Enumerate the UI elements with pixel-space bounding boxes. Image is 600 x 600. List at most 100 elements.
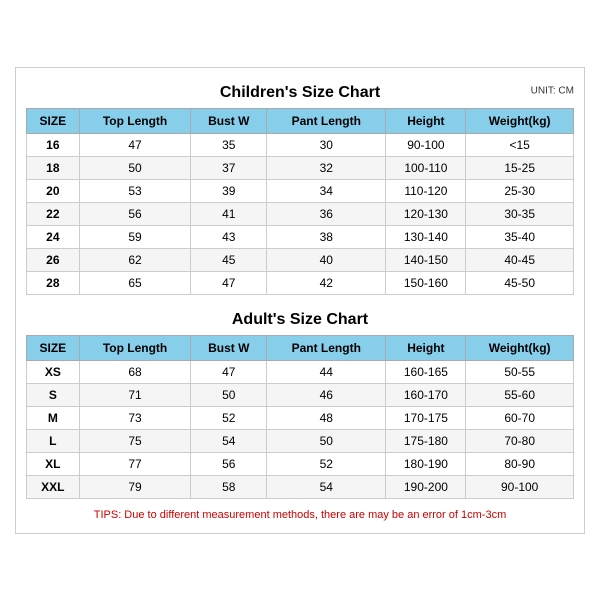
table-cell: 180-190 bbox=[386, 452, 466, 475]
table-cell: 50 bbox=[267, 429, 386, 452]
table-cell: 130-140 bbox=[386, 225, 466, 248]
table-cell: 35 bbox=[191, 133, 267, 156]
table-cell: 77 bbox=[79, 452, 191, 475]
table-row: 26624540140-15040-45 bbox=[27, 248, 574, 271]
table-cell: 160-170 bbox=[386, 383, 466, 406]
adult-header-row: SIZE Top Length Bust W Pant Length Heigh… bbox=[27, 335, 574, 360]
table-cell: 37 bbox=[191, 156, 267, 179]
adult-section: Adult's Size Chart SIZE Top Length Bust … bbox=[26, 305, 574, 499]
adult-col-size: SIZE bbox=[27, 335, 80, 360]
table-cell: 35-40 bbox=[466, 225, 574, 248]
chart-container: Children's Size Chart UNIT: CM SIZE Top … bbox=[15, 67, 585, 534]
table-cell: 47 bbox=[79, 133, 191, 156]
table-row: 28654742150-16045-50 bbox=[27, 271, 574, 294]
table-cell: 41 bbox=[191, 202, 267, 225]
table-cell: 58 bbox=[191, 475, 267, 498]
table-row: 24594338130-14035-40 bbox=[27, 225, 574, 248]
table-cell: 53 bbox=[79, 179, 191, 202]
table-cell: 100-110 bbox=[386, 156, 466, 179]
table-cell: <15 bbox=[466, 133, 574, 156]
children-col-weight: Weight(kg) bbox=[466, 108, 574, 133]
adult-col-height: Height bbox=[386, 335, 466, 360]
table-cell: 39 bbox=[191, 179, 267, 202]
table-cell: 79 bbox=[79, 475, 191, 498]
table-cell: XL bbox=[27, 452, 80, 475]
table-cell: 120-130 bbox=[386, 202, 466, 225]
unit-label: UNIT: CM bbox=[531, 85, 574, 96]
table-row: L755450175-18070-80 bbox=[27, 429, 574, 452]
table-cell: XS bbox=[27, 360, 80, 383]
table-cell: 26 bbox=[27, 248, 80, 271]
tips-text: TIPS: Due to different measurement metho… bbox=[26, 507, 574, 523]
table-cell: 15-25 bbox=[466, 156, 574, 179]
adult-col-bust-w: Bust W bbox=[191, 335, 267, 360]
table-row: 1647353090-100<15 bbox=[27, 133, 574, 156]
table-cell: 40 bbox=[267, 248, 386, 271]
table-row: XXL795854190-20090-100 bbox=[27, 475, 574, 498]
table-row: 20533934110-12025-30 bbox=[27, 179, 574, 202]
table-cell: 90-100 bbox=[466, 475, 574, 498]
table-row: 22564136120-13030-35 bbox=[27, 202, 574, 225]
table-cell: 190-200 bbox=[386, 475, 466, 498]
table-cell: 60-70 bbox=[466, 406, 574, 429]
table-cell: 43 bbox=[191, 225, 267, 248]
adult-col-top-length: Top Length bbox=[79, 335, 191, 360]
table-cell: 170-175 bbox=[386, 406, 466, 429]
table-cell: 68 bbox=[79, 360, 191, 383]
table-cell: 40-45 bbox=[466, 248, 574, 271]
table-cell: XXL bbox=[27, 475, 80, 498]
children-table: SIZE Top Length Bust W Pant Length Heigh… bbox=[26, 108, 574, 295]
children-title-text: Children's Size Chart bbox=[220, 84, 380, 101]
table-cell: 71 bbox=[79, 383, 191, 406]
table-cell: 18 bbox=[27, 156, 80, 179]
adult-col-weight: Weight(kg) bbox=[466, 335, 574, 360]
adult-col-pant-length: Pant Length bbox=[267, 335, 386, 360]
table-cell: 44 bbox=[267, 360, 386, 383]
table-cell: 45-50 bbox=[466, 271, 574, 294]
table-cell: 150-160 bbox=[386, 271, 466, 294]
table-cell: 47 bbox=[191, 271, 267, 294]
table-cell: 56 bbox=[191, 452, 267, 475]
adult-title: Adult's Size Chart bbox=[26, 305, 574, 331]
table-row: 18503732100-11015-25 bbox=[27, 156, 574, 179]
table-cell: 80-90 bbox=[466, 452, 574, 475]
table-cell: L bbox=[27, 429, 80, 452]
table-row: XS684744160-16550-55 bbox=[27, 360, 574, 383]
table-cell: 110-120 bbox=[386, 179, 466, 202]
table-cell: 70-80 bbox=[466, 429, 574, 452]
table-cell: 54 bbox=[191, 429, 267, 452]
table-cell: 55-60 bbox=[466, 383, 574, 406]
table-cell: 32 bbox=[267, 156, 386, 179]
table-cell: 52 bbox=[267, 452, 386, 475]
table-cell: 56 bbox=[79, 202, 191, 225]
table-cell: 50 bbox=[191, 383, 267, 406]
table-cell: 62 bbox=[79, 248, 191, 271]
table-cell: 90-100 bbox=[386, 133, 466, 156]
table-cell: 42 bbox=[267, 271, 386, 294]
table-cell: 38 bbox=[267, 225, 386, 248]
table-cell: 50-55 bbox=[466, 360, 574, 383]
children-col-bust-w: Bust W bbox=[191, 108, 267, 133]
children-col-height: Height bbox=[386, 108, 466, 133]
table-cell: 54 bbox=[267, 475, 386, 498]
table-row: S715046160-17055-60 bbox=[27, 383, 574, 406]
table-cell: 52 bbox=[191, 406, 267, 429]
table-cell: 46 bbox=[267, 383, 386, 406]
table-row: M735248170-17560-70 bbox=[27, 406, 574, 429]
table-cell: 48 bbox=[267, 406, 386, 429]
table-cell: 65 bbox=[79, 271, 191, 294]
table-cell: 75 bbox=[79, 429, 191, 452]
table-cell: 50 bbox=[79, 156, 191, 179]
children-col-top-length: Top Length bbox=[79, 108, 191, 133]
table-cell: 28 bbox=[27, 271, 80, 294]
adult-table: SIZE Top Length Bust W Pant Length Heigh… bbox=[26, 335, 574, 499]
table-cell: M bbox=[27, 406, 80, 429]
children-title: Children's Size Chart UNIT: CM bbox=[26, 78, 574, 104]
table-cell: 30 bbox=[267, 133, 386, 156]
table-cell: 140-150 bbox=[386, 248, 466, 271]
table-row: XL775652180-19080-90 bbox=[27, 452, 574, 475]
table-cell: 160-165 bbox=[386, 360, 466, 383]
table-cell: 25-30 bbox=[466, 179, 574, 202]
table-cell: 22 bbox=[27, 202, 80, 225]
table-cell: 34 bbox=[267, 179, 386, 202]
